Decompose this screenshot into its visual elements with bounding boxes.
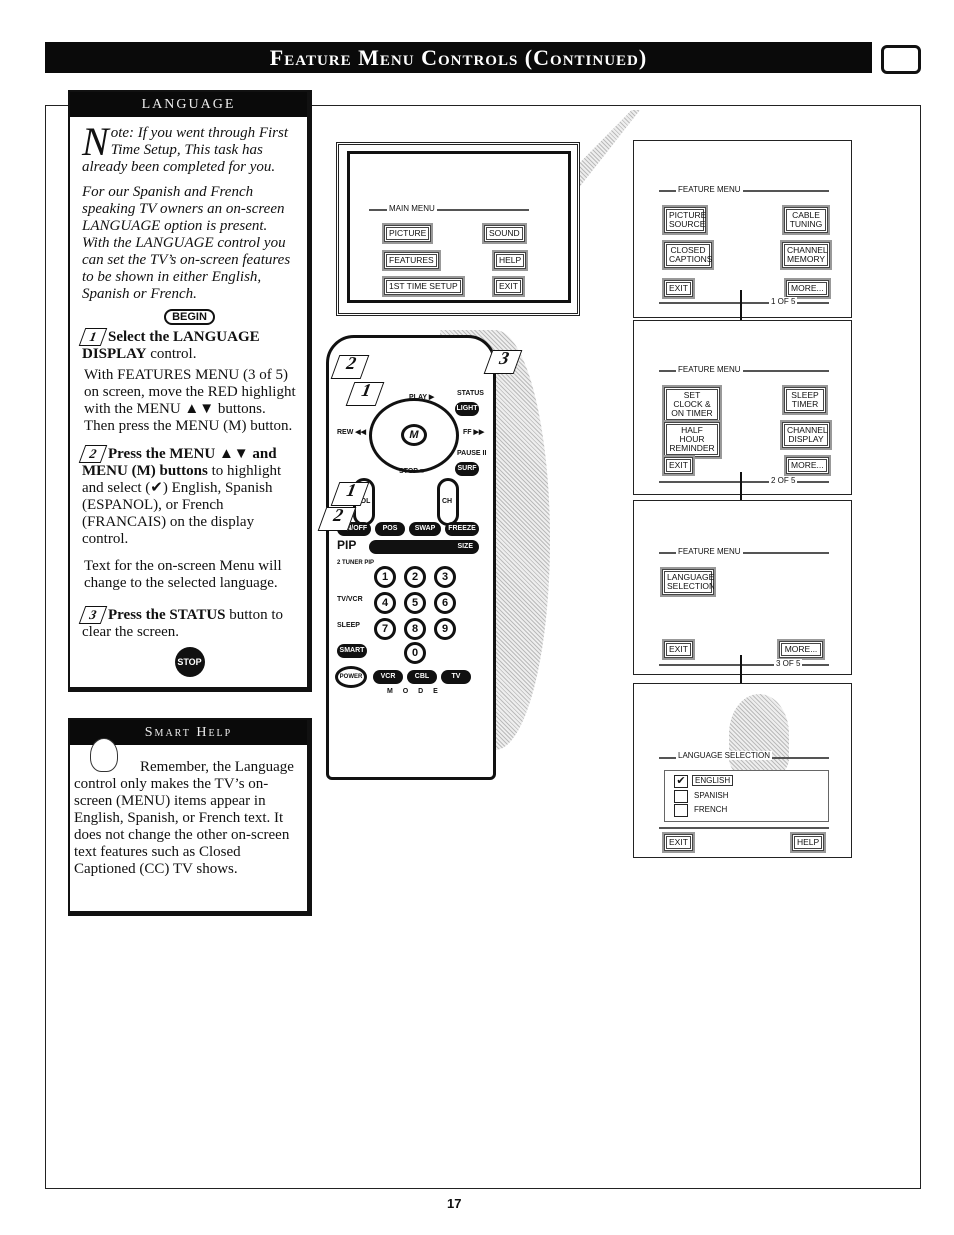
menu-item-exit[interactable]: EXIT xyxy=(662,278,695,299)
step-1: 1 Select the LANGUAGE DISPLAY control. xyxy=(78,328,297,363)
menu-item-1st-time-setup[interactable]: 1ST TIME SETUP xyxy=(382,276,465,297)
feature-menu-screen-2: FEATURE MENU SET CLOCK & ON TIMER SLEEP … xyxy=(633,320,852,495)
digit-8[interactable]: 8 xyxy=(404,618,426,640)
note: Note: If you went through First Time Set… xyxy=(82,119,289,176)
exit-button[interactable]: EXIT xyxy=(662,832,695,853)
feature-menu-screen-1: FEATURE MENU PICTURE SOURCE CABLE TUNING… xyxy=(633,140,852,318)
feature-menu-screen-3: FEATURE MENU LANGUAGE SELECTION EXIT MOR… xyxy=(633,500,852,675)
menu-item-closed-captions[interactable]: CLOSED CAPTIONS xyxy=(662,240,714,270)
begin-badge: BEGIN xyxy=(164,309,215,325)
intro-text: For our Spanish and French speaking TV o… xyxy=(82,184,291,302)
option-english[interactable]: ENGLISH xyxy=(692,775,734,786)
digit-2[interactable]: 2 xyxy=(404,566,426,588)
english-checkbox[interactable]: ✔ xyxy=(674,775,688,788)
menu-item-picture[interactable]: PICTURE xyxy=(381,223,434,244)
french-checkbox[interactable] xyxy=(674,804,688,817)
menu-item-cable-tuning[interactable]: CABLE TUNING xyxy=(782,205,830,235)
pip-freeze-button[interactable]: FREEZE xyxy=(445,522,479,536)
digit-7[interactable]: 7 xyxy=(374,618,396,640)
menu-item-language-selection[interactable]: LANGUAGE SELECTION xyxy=(660,567,716,597)
digit-9[interactable]: 9 xyxy=(434,618,456,640)
step-2-body: Text for the on-screen Menu will change … xyxy=(84,558,282,591)
pip-swap-button[interactable]: SWAP xyxy=(409,522,441,536)
language-selection-screen: LANGUAGE SELECTION ✔ ENGLISH SPANISH FRE… xyxy=(633,683,852,858)
digit-1[interactable]: 1 xyxy=(374,566,396,588)
menu-item-sleep-timer[interactable]: SLEEP TIMER xyxy=(782,385,828,415)
option-spanish[interactable]: SPANISH xyxy=(692,791,731,800)
language-panel: LANGUAGE Note: If you went through First… xyxy=(68,90,312,692)
menu-item-more[interactable]: MORE... xyxy=(784,455,831,476)
menu-item-channel-memory[interactable]: CHANNEL MEMORY xyxy=(780,240,832,270)
menu-item-set-clock[interactable]: SET CLOCK & ON TIMER xyxy=(662,385,722,424)
tv-vcr-button[interactable]: TV/VCR xyxy=(337,596,363,603)
step-3: 3 Press the STATUS button to clear the sc… xyxy=(78,606,297,641)
mode-vcr-button[interactable]: VCR xyxy=(373,670,403,684)
menu-item-sound[interactable]: SOUND xyxy=(482,223,527,244)
menu-item-half-hour-reminder[interactable]: HALF HOUR REMINDER xyxy=(662,420,722,459)
help-button[interactable]: HELP xyxy=(789,832,827,853)
menu-item-channel-display[interactable]: CHANNEL DISPLAY xyxy=(780,420,832,450)
sleep-button[interactable]: SLEEP xyxy=(337,622,360,629)
main-menu-screen: MAIN MENU PICTURE SOUND FEATURES HELP 1S… xyxy=(336,142,580,316)
page-title: Feature Menu Controls (Continued) xyxy=(45,42,872,73)
menu-item-picture-source[interactable]: PICTURE SOURCE xyxy=(662,205,708,235)
menu-item-exit[interactable]: EXIT xyxy=(492,276,525,297)
menu-item-help[interactable]: HELP xyxy=(491,250,529,271)
digit-5[interactable]: 5 xyxy=(404,592,426,614)
menu-item-features[interactable]: FEATURES xyxy=(382,250,441,271)
menu-item-more[interactable]: MORE... xyxy=(777,639,825,660)
menu-item-exit[interactable]: EXIT xyxy=(662,455,695,476)
smart-help-panel: Smart Help Remember, the Language contro… xyxy=(68,718,312,916)
step-2: 2 Press the MENU ▲▼ and MENU (M) buttons … xyxy=(78,445,297,548)
main-menu-title: MAIN MENU xyxy=(387,204,437,213)
option-french[interactable]: FRENCH xyxy=(692,805,730,814)
mode-tv-button[interactable]: TV xyxy=(441,670,471,684)
digit-3[interactable]: 3 xyxy=(434,566,456,588)
step-1-body: With FEATURES MENU (3 of 5) on screen, m… xyxy=(84,367,296,434)
smart-button[interactable]: SMART xyxy=(337,644,367,658)
power-button[interactable]: POWER xyxy=(335,666,367,688)
page-number: 17 xyxy=(447,1196,462,1211)
menu-m-button[interactable]: M xyxy=(401,424,427,446)
pip-pos-button[interactable]: POS xyxy=(375,522,405,536)
stop-sign-icon: STOP xyxy=(174,647,205,677)
spanish-checkbox[interactable] xyxy=(674,790,688,803)
tv-screen-icon xyxy=(881,45,921,74)
digit-0[interactable]: 0 xyxy=(404,642,426,664)
mode-cbl-button[interactable]: CBL xyxy=(407,670,437,684)
pip-size-button[interactable]: SIZE xyxy=(369,540,479,554)
language-heading: LANGUAGE xyxy=(70,92,307,117)
menu-item-exit[interactable]: EXIT xyxy=(662,639,695,660)
status-button[interactable]: LIGHT xyxy=(455,402,479,416)
digit-4[interactable]: 4 xyxy=(374,592,396,614)
lightbulb-icon xyxy=(90,738,118,772)
surf-button[interactable]: SURF xyxy=(455,462,479,476)
menu-item-more[interactable]: MORE... xyxy=(784,278,831,299)
parrot-icon xyxy=(729,694,789,774)
digit-6[interactable]: 6 xyxy=(434,592,456,614)
